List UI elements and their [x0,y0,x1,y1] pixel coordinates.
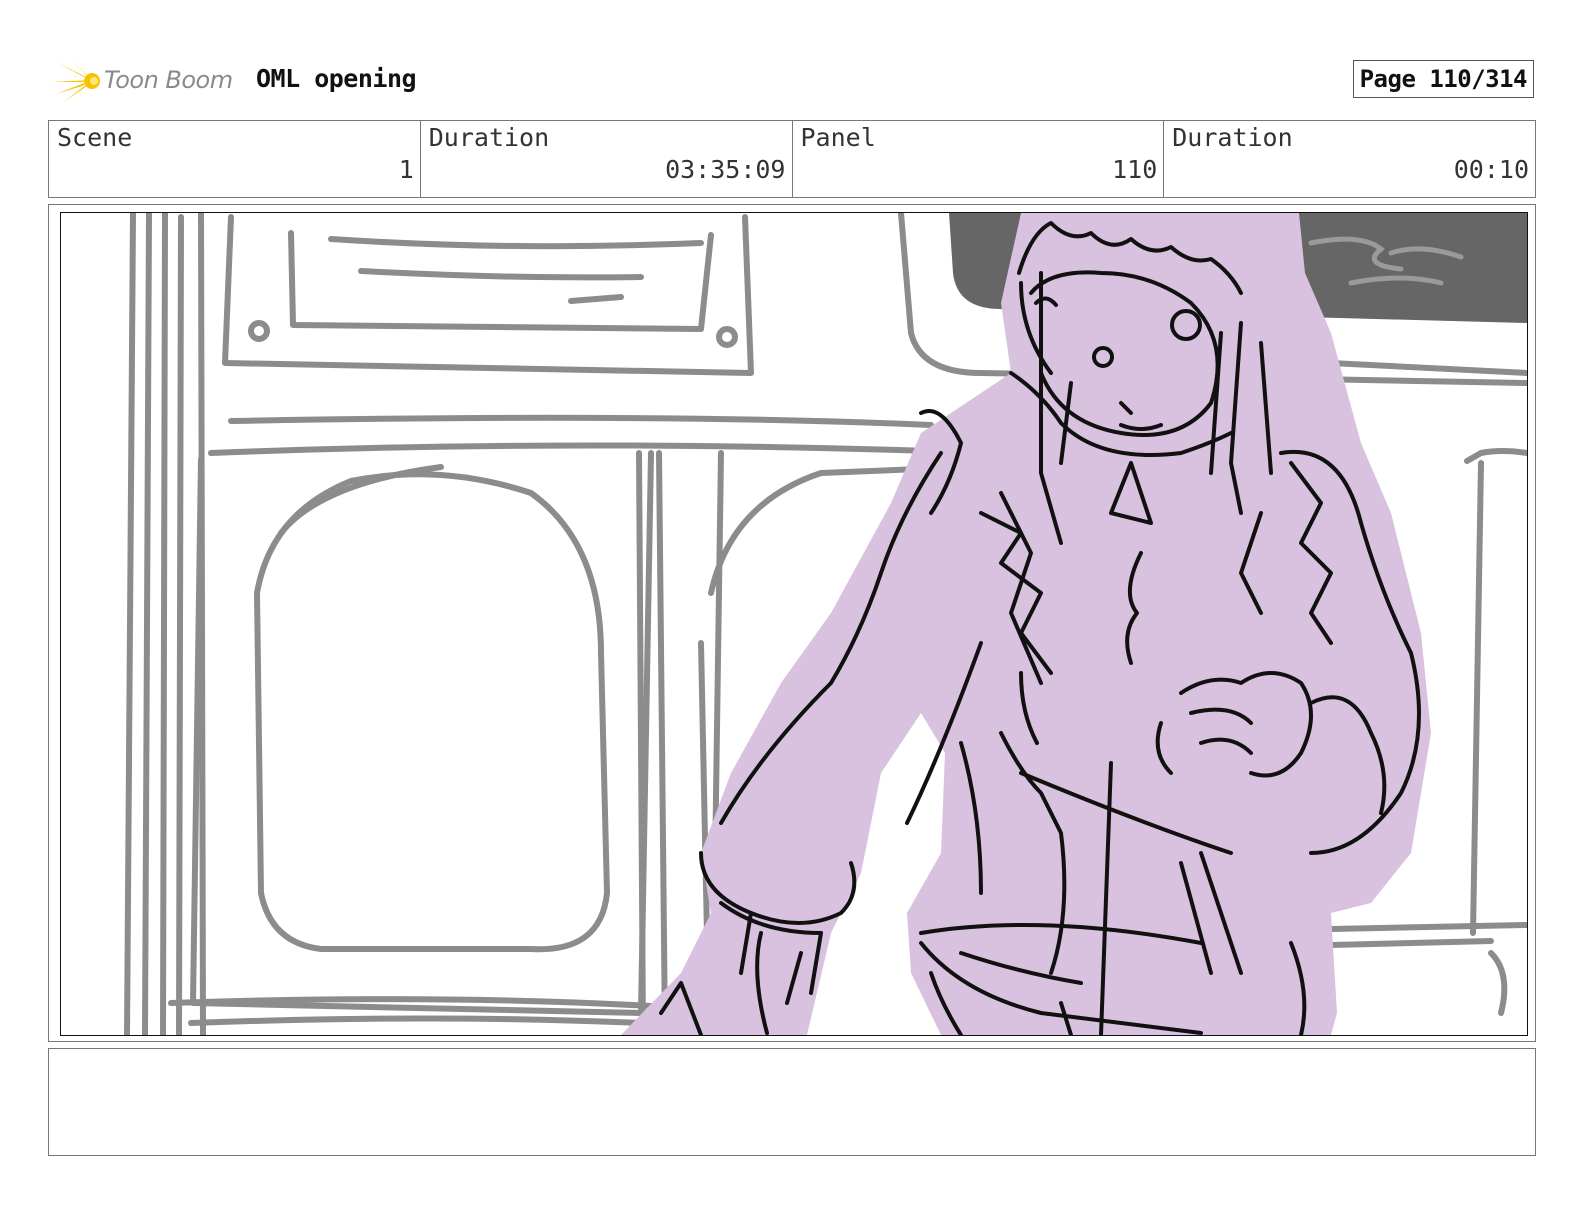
storyboard-header: Toon Boom OML opening Page 110/314 [52,52,1534,108]
scene-duration-value: 03:35:09 [665,155,786,184]
sketch-drawing [124,213,1527,1035]
panel-duration-label: Duration [1172,123,1293,152]
panel-value: 110 [1112,155,1158,184]
star-burst-icon [52,58,100,102]
panel-duration-cell: Duration 00:10 [1164,121,1535,197]
panel-info-row: Scene 1 Duration 03:35:09 Panel 110 Dura… [48,120,1536,198]
page-indicator: Page 110/314 [1352,60,1534,98]
panel-label: Panel [800,123,876,152]
scene-duration-cell: Duration 03:35:09 [421,121,793,197]
scene-duration-label: Duration [428,123,550,152]
storyboard-sketch [60,212,1528,1036]
toon-boom-logo: Toon Boom [52,56,242,106]
scene-value: 1 [398,155,414,184]
panel-duration-value: 00:10 [1453,155,1529,184]
scene-cell: Scene 1 [49,121,421,197]
project-title: OML opening [256,64,417,93]
scene-label: Scene [57,123,133,152]
logo-wordmark: Toon Boom [104,66,233,94]
panel-cell: Panel 110 [793,121,1165,197]
panel-notes-box [48,1048,1536,1156]
